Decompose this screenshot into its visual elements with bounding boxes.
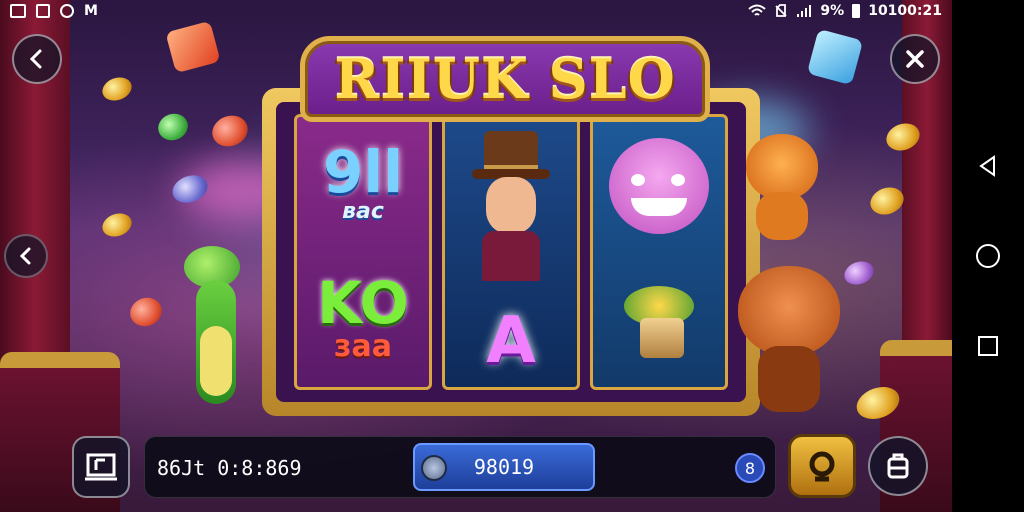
status-bar: M 9% 10100:21 [0, 0, 952, 22]
no-sim-icon [775, 4, 788, 17]
sync-icon [60, 4, 74, 18]
system-navigation-bar [952, 0, 1024, 512]
dragon-character [178, 236, 254, 406]
phone-screen: RIIUK SLO 9ll вас KO заа A 86Jt 0:8:869 … [0, 0, 1024, 512]
menu-button[interactable] [72, 436, 130, 498]
slot-game-view: RIIUK SLO 9ll вас KO заа A 86Jt 0:8:869 … [0, 0, 952, 512]
bet-field[interactable]: 98019 [413, 443, 595, 491]
reel-symbol: KO заа [317, 274, 409, 362]
menu-box-icon [85, 453, 117, 481]
cheshire-cat-symbol [609, 138, 709, 234]
treasure-symbol [614, 276, 704, 366]
bag-button[interactable] [868, 436, 928, 496]
game-title-banner: RIIUK SLO [300, 36, 710, 122]
wifi-icon [748, 4, 767, 16]
slot-machine-frame: 9ll вас KO заа A [262, 88, 760, 416]
orange-cat-character [732, 130, 832, 242]
circle-home-icon [976, 244, 1000, 268]
battery-percent: 9% [820, 3, 845, 19]
red-gem [165, 20, 221, 74]
bet-value: 98019 [473, 455, 535, 479]
reels-area: 9ll вас KO заа A [276, 102, 746, 402]
hatter-character [466, 131, 556, 281]
symbol-letter-a: A [486, 304, 536, 378]
balance-display: 86Jt 0:8:869 [157, 456, 302, 480]
signal-icon [797, 5, 812, 17]
side-back-button[interactable] [4, 234, 48, 278]
battery-icon [852, 4, 861, 18]
reel-3 [590, 114, 728, 390]
back-button[interactable] [12, 34, 62, 84]
gold-coin [99, 73, 135, 105]
tiger-cat-character [734, 262, 844, 414]
lines-badge[interactable]: 8 [735, 453, 765, 483]
nav-recents-button[interactable] [975, 333, 1001, 359]
symbol-text: 9ll [322, 137, 404, 206]
bet-knob-icon[interactable] [421, 455, 447, 481]
symbol-text: KO [317, 268, 409, 337]
reel-2: A [442, 114, 580, 390]
gold-coin [99, 209, 135, 241]
game-title: RIIUK SLO [334, 47, 676, 111]
close-icon [906, 50, 924, 68]
spin-button[interactable] [788, 434, 856, 498]
nav-home-button[interactable] [975, 243, 1001, 269]
blue-gem [806, 28, 864, 86]
status-letter: M [84, 3, 98, 19]
red-coin [126, 293, 166, 331]
purple-coin [841, 257, 877, 289]
reel-1: 9ll вас KO заа [294, 114, 432, 390]
spin-icon [809, 451, 835, 482]
triangle-back-icon [979, 155, 995, 177]
bet-control-bar: 86Jt 0:8:869 98019 8 [144, 436, 776, 498]
clock: 10100:21 [868, 3, 942, 19]
red-coin [207, 110, 253, 152]
chevron-left-icon [19, 247, 31, 265]
square-recents-icon [978, 336, 998, 356]
nav-back-button[interactable] [975, 153, 1001, 179]
bag-icon [887, 453, 909, 479]
chevron-left-icon [29, 49, 42, 69]
gallery-icon [10, 4, 26, 18]
green-coin [154, 109, 192, 145]
save-icon [36, 4, 50, 18]
reel-symbol: 9ll вас [323, 143, 403, 223]
close-button[interactable] [890, 34, 940, 84]
